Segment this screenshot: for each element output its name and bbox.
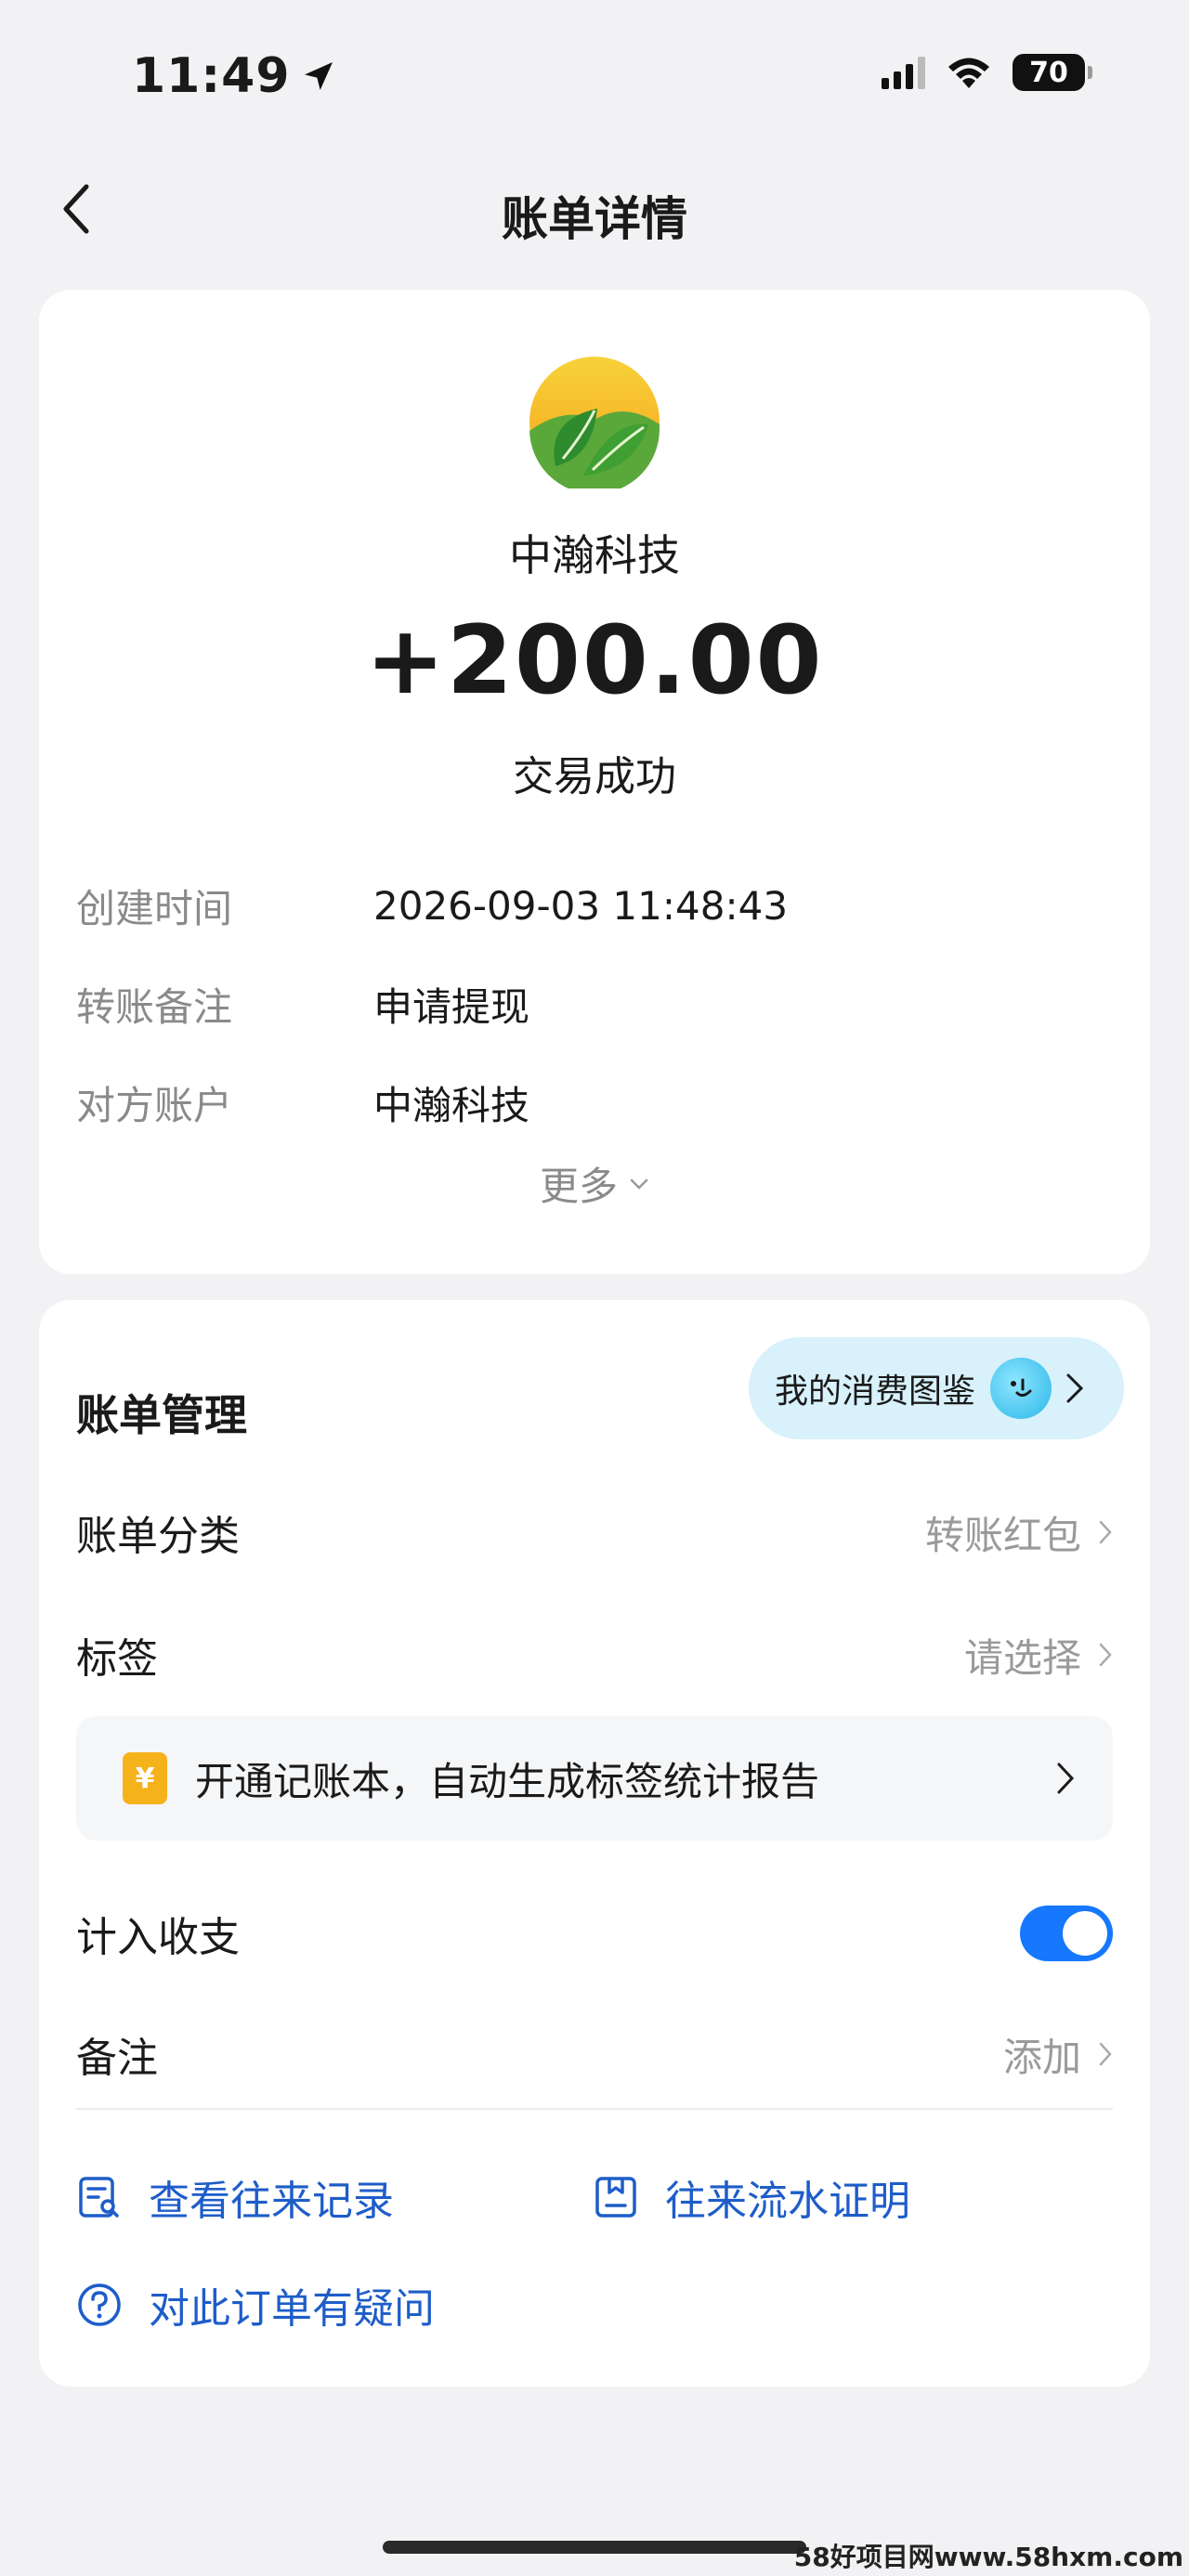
status-time: 11:49 xyxy=(132,48,337,104)
record-search-icon xyxy=(79,2177,119,2218)
chevron-right-icon xyxy=(1066,1373,1084,1403)
tag-row[interactable]: 标签 请选择 xyxy=(76,1618,1113,1692)
divider xyxy=(76,2108,1113,2110)
mascot-icon xyxy=(990,1358,1052,1419)
detail-value: 中瀚科技 xyxy=(373,1082,530,1128)
home-indicator xyxy=(383,2541,806,2554)
chevron-right-icon xyxy=(1057,1763,1075,1794)
note-row[interactable]: 备注 添加 xyxy=(76,2017,1113,2091)
transaction-amount: +200.00 xyxy=(365,605,824,716)
cellular-signal-icon xyxy=(882,56,925,89)
bill-category-row[interactable]: 账单分类 转账红包 xyxy=(76,1495,1113,1569)
tag-value: 请选择 xyxy=(963,1634,1081,1681)
detail-label: 对方账户 xyxy=(76,1082,233,1128)
section-title: 账单管理 xyxy=(76,1390,247,1440)
more-button[interactable]: 更多 xyxy=(39,1155,1150,1212)
chevron-right-icon xyxy=(1099,2042,1112,2066)
detail-label: 转账备注 xyxy=(76,983,233,1030)
battery-level: 70 xyxy=(1029,56,1068,89)
page-title: 账单详情 xyxy=(502,192,687,246)
detail-row-counterparty: 对方账户 中瀚科技 xyxy=(76,1070,1113,1135)
detail-row-created-time: 创建时间 2026-09-03 11:48:43 xyxy=(76,873,1113,938)
transaction-status: 交易成功 xyxy=(513,753,676,800)
more-label: 更多 xyxy=(539,1164,618,1209)
question-circle-icon xyxy=(78,2283,121,2326)
consumption-atlas-button[interactable]: 我的消费图鉴 xyxy=(749,1337,1124,1439)
status-bar: 11:49 70 xyxy=(0,0,1189,149)
atlas-label: 我的消费图鉴 xyxy=(775,1373,976,1411)
include-in-income-expense-row: 计入收支 xyxy=(76,1896,1113,1971)
order-question-label: 对此订单有疑问 xyxy=(149,2285,435,2333)
include-label: 计入收支 xyxy=(76,1914,240,1961)
detail-value: 2026-09-03 11:48:43 xyxy=(373,882,789,929)
chevron-right-icon xyxy=(1099,1643,1112,1667)
chevron-right-icon xyxy=(1099,1520,1112,1544)
detail-label: 创建时间 xyxy=(76,885,233,931)
promo-text: 开通记账本，自动生成标签统计报告 xyxy=(195,1758,820,1804)
detail-row-transfer-note: 转账备注 申请提现 xyxy=(76,971,1113,1036)
order-question-link[interactable]: 对此订单有疑问 xyxy=(76,2268,435,2342)
view-records-link[interactable]: 查看往来记录 xyxy=(76,2160,394,2234)
nav-bar: 账单详情 xyxy=(0,167,1189,251)
yuan-ticket-icon: ¥ xyxy=(123,1752,167,1804)
merchant-logo xyxy=(529,357,660,488)
watermark: 58好项目网www.58hxm.com xyxy=(793,2542,1183,2572)
chevron-down-icon xyxy=(630,1178,648,1190)
bill-category-label: 账单分类 xyxy=(76,1513,240,1560)
bill-category-value: 转账红包 xyxy=(924,1512,1081,1558)
include-toggle[interactable] xyxy=(1020,1906,1113,1961)
bill-management-card: 账单管理 我的消费图鉴 账单分类 转账红包 标签 请选择 ¥ 开通记账本，自动生… xyxy=(39,1300,1150,2387)
document-proof-icon xyxy=(595,2177,636,2218)
ledger-promo-banner[interactable]: ¥ 开通记账本，自动生成标签统计报告 xyxy=(76,1716,1113,1841)
note-value: 添加 xyxy=(1002,2034,1081,2080)
transaction-proof-label: 往来流水证明 xyxy=(665,2178,910,2225)
view-records-label: 查看往来记录 xyxy=(149,2178,394,2225)
detail-value: 申请提现 xyxy=(373,983,530,1030)
battery-icon: 70 xyxy=(1013,54,1092,91)
transaction-proof-link[interactable]: 往来流水证明 xyxy=(593,2160,910,2234)
location-arrow-icon xyxy=(304,62,333,90)
status-indicators: 70 xyxy=(882,54,1092,91)
status-time-text: 11:49 xyxy=(132,48,291,104)
wifi-icon xyxy=(948,58,989,88)
merchant-name: 中瀚科技 xyxy=(509,530,680,580)
transaction-summary-card: 中瀚科技 +200.00 交易成功 创建时间 2026-09-03 11:48:… xyxy=(39,290,1150,1274)
tag-label: 标签 xyxy=(76,1635,158,1683)
note-label: 备注 xyxy=(76,2035,158,2082)
